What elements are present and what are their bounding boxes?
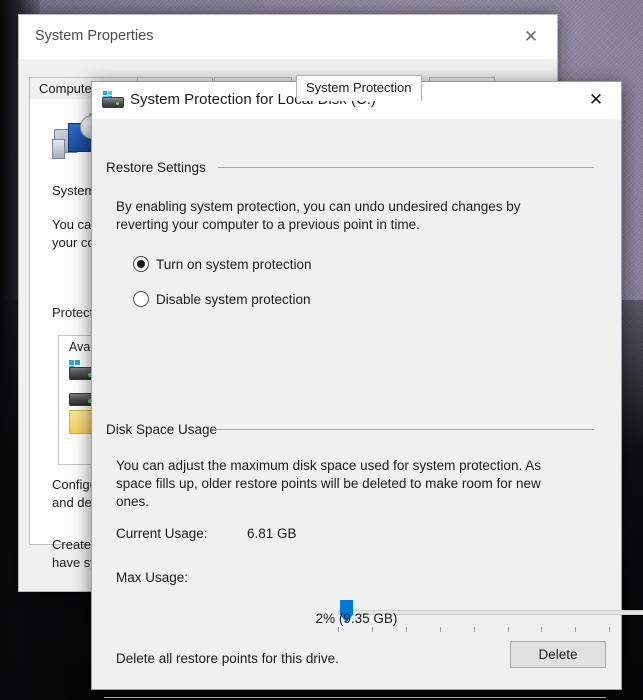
current-usage-value: 6.81 GB xyxy=(247,526,297,541)
restore-settings-group-title: Restore Settings xyxy=(106,160,206,175)
max-usage-label: Max Usage: xyxy=(116,570,189,585)
system-protection-dialog[interactable]: System Protection for Local Disk (C:) ✕ … xyxy=(91,81,643,698)
dialog-body: Restore Settings By enabling system prot… xyxy=(92,119,643,698)
tab-system-protection[interactable]: System Protection xyxy=(296,75,422,101)
max-usage-value: 2% (9.35 GB) xyxy=(315,611,398,626)
disk-space-usage-rule xyxy=(214,429,594,430)
close-icon[interactable]: ✕ xyxy=(575,82,617,118)
system-properties-titlebar: System Properties ✕ xyxy=(19,15,557,59)
disk-usage-desc-line3: ones. xyxy=(116,494,150,509)
disk-usage-desc-line1: You can adjust the maximum disk space us… xyxy=(116,458,541,473)
restore-settings-rule xyxy=(218,167,594,168)
drive-shield-icon xyxy=(102,91,124,109)
radio-turn-on-system-protection[interactable]: Turn on system protection xyxy=(133,254,312,274)
footer-separator xyxy=(104,697,606,698)
restore-settings-desc-line2: reverting your computer to a previous po… xyxy=(116,217,420,232)
disk-usage-desc-line2: space fills up, older restore points wil… xyxy=(116,476,541,491)
radio-label-on: Turn on system protection xyxy=(156,256,312,272)
restore-settings-desc-line1: By enabling system protection, you can u… xyxy=(116,199,521,214)
system-properties-title: System Properties xyxy=(35,28,154,44)
radio-disable-system-protection[interactable]: Disable system protection xyxy=(133,289,311,309)
radio-indicator-on[interactable] xyxy=(133,256,149,272)
close-icon[interactable]: ✕ xyxy=(515,25,547,49)
screen: System Properties ✕ Computer Name Hardwa… xyxy=(0,0,643,700)
radio-label-off: Disable system protection xyxy=(156,291,311,307)
disk-space-usage-group-title: Disk Space Usage xyxy=(106,422,218,437)
current-usage-label: Current Usage: xyxy=(116,526,208,541)
radio-indicator-off[interactable] xyxy=(133,291,149,307)
delete-restore-points-text: Delete all restore points for this drive… xyxy=(116,651,339,666)
delete-button[interactable]: Delete xyxy=(510,641,606,668)
